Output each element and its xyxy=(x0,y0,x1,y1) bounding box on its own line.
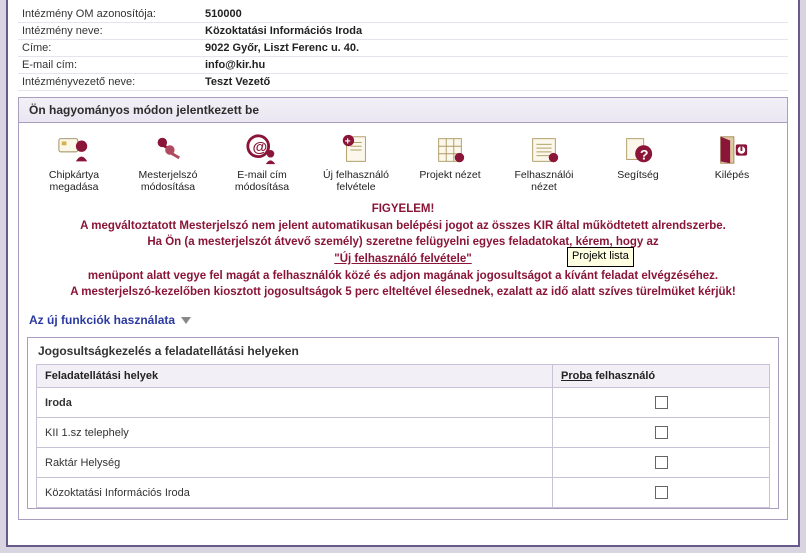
table-row: Raktár Helység xyxy=(37,448,770,478)
keys-icon xyxy=(151,133,185,167)
toolbar-label: Segítség xyxy=(617,169,658,181)
at-person-icon: @ xyxy=(245,133,279,167)
toolbar-label: Felhasználói nézet xyxy=(504,169,584,193)
notice-link[interactable]: "Új felhasználó felvétele" xyxy=(334,253,471,265)
toolbar-label: Mesterjelszó módosítása xyxy=(128,169,208,193)
grid-sheet-icon xyxy=(433,133,467,167)
new-features-expander[interactable]: Az új funkciók használata xyxy=(27,307,191,329)
warning-notice: FIGYELEM! A megváltoztatott Mesterjelszó… xyxy=(27,199,779,307)
notice-heading: FIGYELEM! xyxy=(37,201,769,218)
checkbox-cell xyxy=(553,418,770,448)
notice-line: A mesterjelszó-kezelőben kiosztott jogos… xyxy=(37,284,769,301)
main-panel: Intézmény OM azonosítója: 510000 Intézmé… xyxy=(6,0,800,547)
help-button[interactable]: ? Segítség xyxy=(598,133,678,181)
value-email: info@kir.hu xyxy=(201,57,788,74)
toolbar: Chipkártya megadása Mesterjelszó módosít… xyxy=(27,129,779,199)
project-view-button[interactable]: Projekt nézet xyxy=(410,133,490,181)
notice-line: Ha Ön (a mesterjelszót átvevő személy) s… xyxy=(37,234,769,267)
label-leader: Intézményvezető neve: xyxy=(18,74,201,91)
institution-info: Intézmény OM azonosítója: 510000 Intézmé… xyxy=(18,6,788,91)
svg-text:@: @ xyxy=(253,139,268,156)
label-om: Intézmény OM azonosítója: xyxy=(18,6,201,23)
table-row: KII 1.sz telephely xyxy=(37,418,770,448)
toolbar-label: Chipkártya megadása xyxy=(34,169,114,193)
chevron-down-icon xyxy=(181,317,191,324)
list-sheet-icon xyxy=(527,133,561,167)
svg-text:?: ? xyxy=(640,147,649,163)
help-icon: ? xyxy=(621,133,655,167)
login-mode-bar: Ön hagyományos módon jelentkezett be xyxy=(18,97,788,123)
svg-text:+: + xyxy=(345,136,351,147)
location-cell: Iroda xyxy=(37,388,553,418)
toolbar-label: E-mail cím módosítása xyxy=(222,169,302,193)
table-row: Iroda xyxy=(37,388,770,418)
checkbox-cell xyxy=(553,478,770,508)
value-name: Közoktatási Információs Iroda xyxy=(201,23,788,40)
col-user: Proba felhasználó xyxy=(553,365,770,388)
newuser-button[interactable]: + Új felhasználó felvétele xyxy=(316,133,396,193)
exit-door-icon xyxy=(715,133,749,167)
col-locations: Feladatellátási helyek xyxy=(37,365,553,388)
logout-button[interactable]: Kilépés xyxy=(692,133,772,181)
value-leader: Teszt Vezető xyxy=(201,74,788,91)
toolbar-label: Új felhasználó felvétele xyxy=(316,169,396,193)
toolbar-label: Kilépés xyxy=(715,169,749,181)
email-edit-button[interactable]: @ E-mail cím módosítása xyxy=(222,133,302,193)
value-address: 9022 Győr, Liszt Ferenc u. 40. xyxy=(201,40,788,57)
masterpw-button[interactable]: Mesterjelszó módosítása xyxy=(128,133,208,193)
permission-checkbox[interactable] xyxy=(655,456,668,469)
label-name: Intézmény neve: xyxy=(18,23,201,40)
checkbox-cell xyxy=(553,448,770,478)
permission-checkbox[interactable] xyxy=(655,486,668,499)
label-address: Címe: xyxy=(18,40,201,57)
permissions-title: Jogosultságkezelés a feladatellátási hel… xyxy=(28,338,778,360)
notice-line: menüpont alatt vegye fel magát a felhasz… xyxy=(37,268,769,285)
toolbar-label: Projekt nézet xyxy=(419,169,480,181)
hover-tooltip: Projekt lista xyxy=(567,247,634,267)
notice-line: A megváltoztatott Mesterjelszó nem jelen… xyxy=(37,218,769,235)
location-cell: KII 1.sz telephely xyxy=(37,418,553,448)
location-cell: Közoktatási Információs Iroda xyxy=(37,478,553,508)
permission-checkbox[interactable] xyxy=(655,426,668,439)
table-row: Közoktatási Információs Iroda xyxy=(37,478,770,508)
user-view-button[interactable]: Felhasználói nézet xyxy=(504,133,584,193)
checkbox-cell xyxy=(553,388,770,418)
label-email: E-mail cím: xyxy=(18,57,201,74)
card-person-icon xyxy=(57,133,91,167)
permission-checkbox[interactable] xyxy=(655,396,668,409)
permissions-panel: Jogosultságkezelés a feladatellátási hel… xyxy=(27,337,779,509)
location-cell: Raktár Helység xyxy=(37,448,553,478)
user-link[interactable]: Proba xyxy=(561,370,592,382)
permissions-table: Feladatellátási helyek Proba felhasználó… xyxy=(36,364,770,508)
sheet-plus-icon: + xyxy=(339,133,373,167)
value-om: 510000 xyxy=(201,6,788,23)
chipcard-button[interactable]: Chipkártya megadása xyxy=(34,133,114,193)
expander-label: Az új funkciók használata xyxy=(29,313,175,327)
content-box: Chipkártya megadása Mesterjelszó módosít… xyxy=(18,123,788,520)
